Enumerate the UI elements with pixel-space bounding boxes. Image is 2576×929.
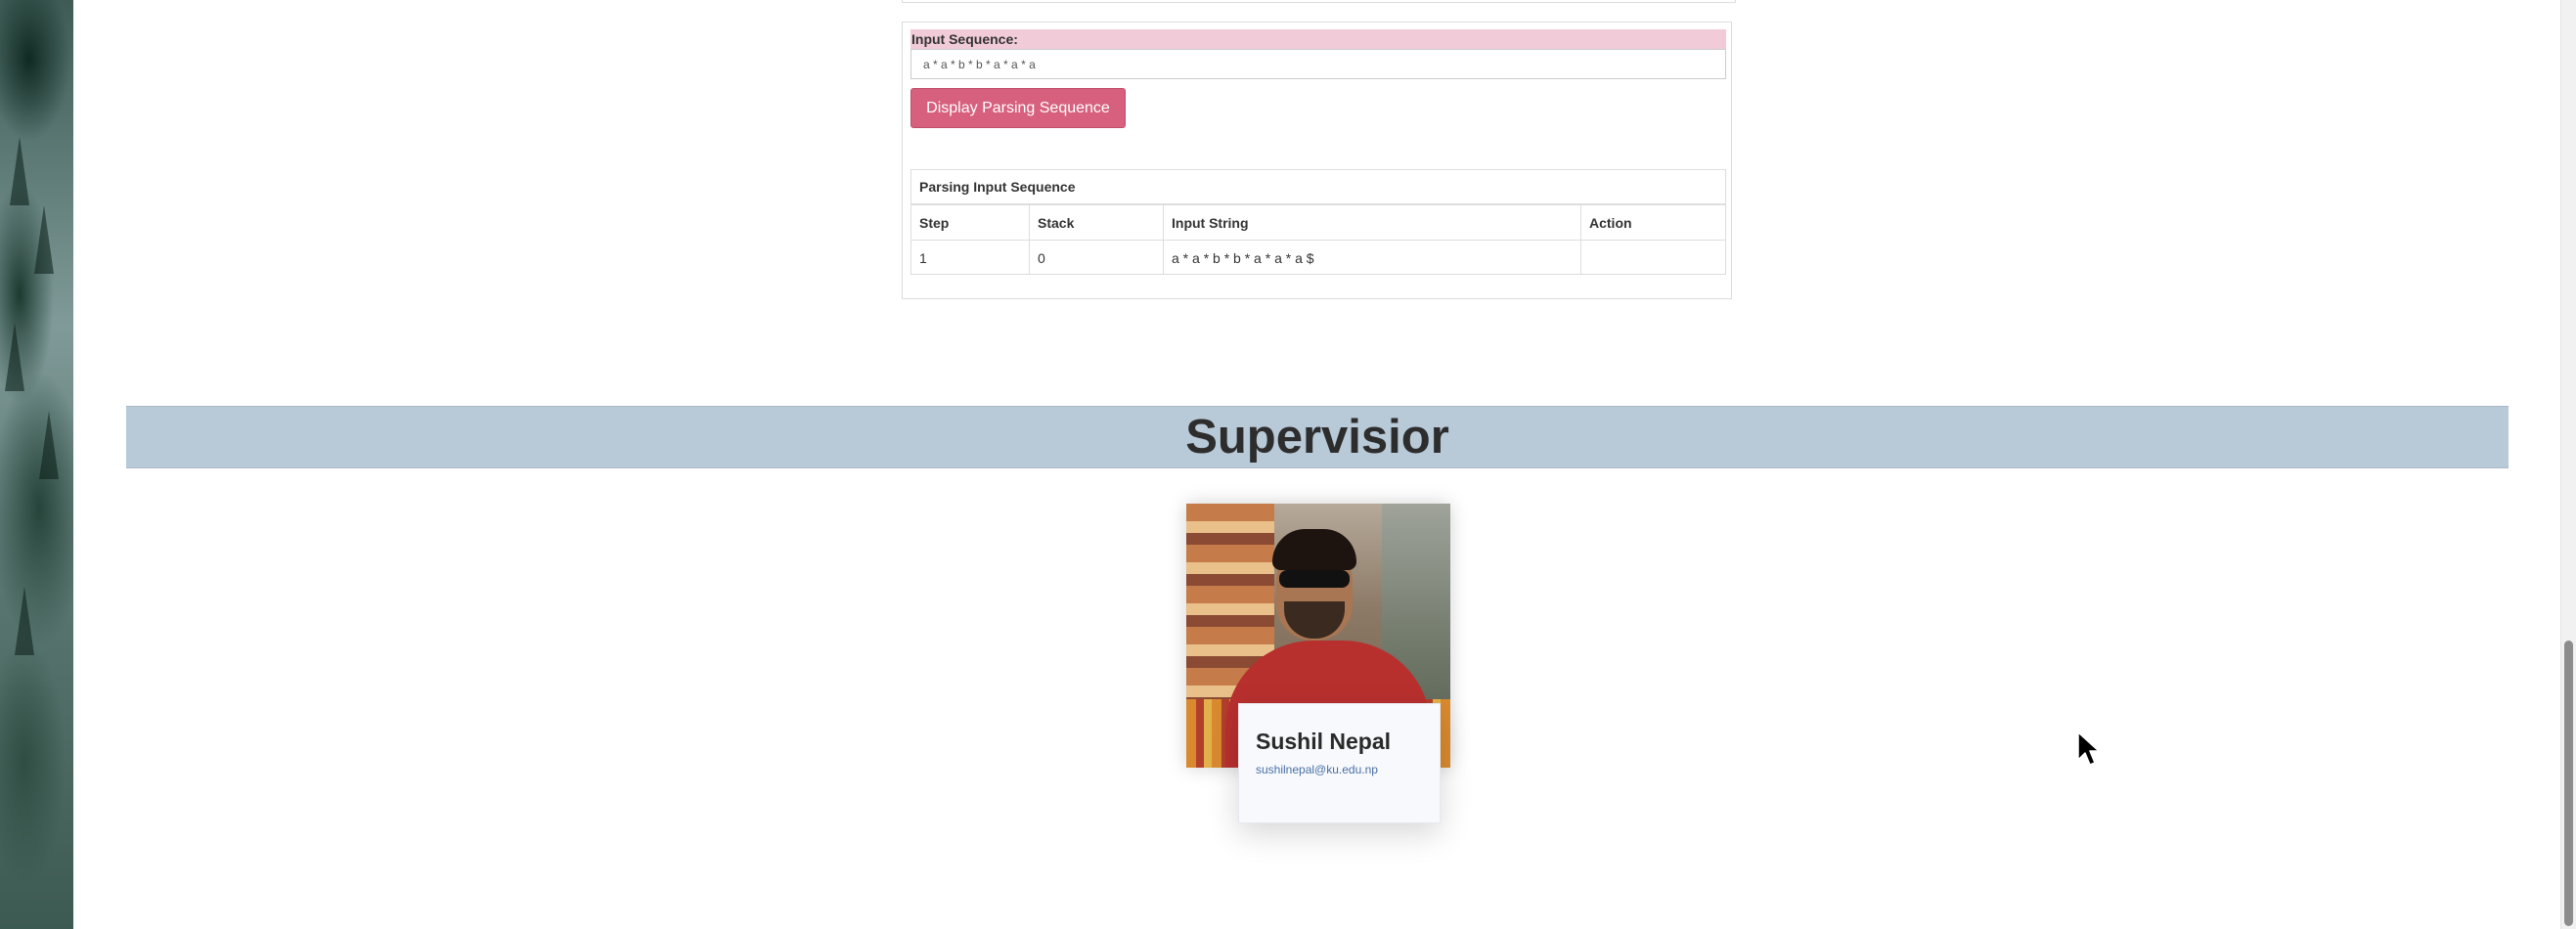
- scrollbar-thumb[interactable]: [2564, 641, 2573, 926]
- tree-silhouette: [5, 323, 24, 391]
- supervisor-banner: Supervisior: [126, 406, 2509, 468]
- mouse-pointer-icon: [2077, 731, 2100, 766]
- supervisor-heading: Supervisior: [1185, 411, 1449, 464]
- supervisor-info-card: Sushil Nepal sushilnepal@ku.edu.np: [1238, 703, 1441, 823]
- supervisor-name: Sushil Nepal: [1256, 729, 1392, 754]
- vertical-scrollbar[interactable]: [2560, 0, 2576, 929]
- cell-step: 1: [911, 240, 1030, 275]
- tree-silhouette: [39, 411, 59, 479]
- forest-background-strip: [0, 0, 73, 929]
- column-header-stack: Stack: [1029, 204, 1164, 241]
- input-sequence-label: Input Sequence:: [910, 29, 1726, 49]
- column-header-step: Step: [911, 204, 1030, 241]
- column-header-input-string: Input String: [1163, 204, 1581, 241]
- cell-action: [1580, 240, 1725, 275]
- previous-panel-edge: [902, 0, 1736, 3]
- column-header-action: Action: [1580, 204, 1725, 241]
- supervisor-email-link[interactable]: sushilnepal@ku.edu.np: [1256, 763, 1423, 776]
- cell-stack: 0: [1029, 240, 1164, 275]
- parser-panel: Input Sequence: Display Parsing Sequence…: [902, 22, 1732, 299]
- tree-silhouette: [34, 205, 54, 274]
- tree-silhouette: [10, 137, 29, 205]
- display-parsing-sequence-button[interactable]: Display Parsing Sequence: [910, 88, 1126, 128]
- parsing-table-title: Parsing Input Sequence: [911, 170, 1725, 204]
- parsing-sequence-box: Parsing Input Sequence Step Stack Input …: [910, 169, 1726, 275]
- input-sequence-field[interactable]: [910, 49, 1726, 79]
- table-header-row: Step Stack Input String Action: [911, 204, 1725, 241]
- table-row: 1 0 a * a * b * b * a * a * a $: [911, 240, 1725, 275]
- cell-input-string: a * a * b * b * a * a * a $: [1163, 240, 1581, 275]
- parsing-table: Step Stack Input String Action 1 0 a * a…: [911, 204, 1725, 275]
- tree-silhouette: [15, 587, 34, 655]
